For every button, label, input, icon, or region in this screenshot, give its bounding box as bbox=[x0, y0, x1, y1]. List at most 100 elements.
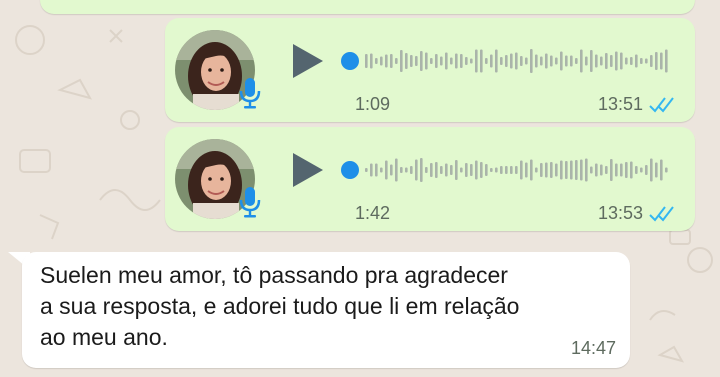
waveform-bar bbox=[490, 54, 493, 68]
message-text: Suelen meu amor, tô passando pra agradec… bbox=[40, 262, 520, 350]
waveform-bar bbox=[605, 53, 608, 69]
waveform-bar bbox=[500, 166, 503, 174]
waveform-bar bbox=[465, 163, 468, 177]
waveform-bar bbox=[475, 160, 478, 180]
waveform-bar bbox=[400, 50, 403, 72]
waveform-bar bbox=[535, 167, 538, 173]
waveform-bar bbox=[630, 161, 633, 179]
waveform-bar bbox=[450, 165, 453, 175]
waveform-bar bbox=[500, 57, 503, 65]
message-meta: 13:53 bbox=[598, 203, 677, 224]
waveform-bar bbox=[450, 57, 453, 65]
waveform-bar bbox=[575, 160, 578, 180]
waveform-bar bbox=[655, 162, 658, 178]
waveform-bar bbox=[665, 167, 668, 173]
waveform-bar bbox=[465, 57, 468, 65]
waveform-bar bbox=[570, 55, 573, 67]
waveform-bar bbox=[605, 166, 608, 174]
message-time: 13:53 bbox=[597, 203, 643, 223]
waveform-bar bbox=[540, 163, 543, 177]
waveform-bar bbox=[595, 163, 598, 177]
waveform-bar bbox=[555, 163, 558, 177]
double-check-read-icon bbox=[649, 96, 674, 113]
waveform-bar bbox=[525, 57, 528, 65]
waveform-bar bbox=[455, 53, 458, 69]
previous-message-bubble bbox=[40, 0, 695, 14]
waveform-bar bbox=[415, 159, 418, 181]
waveform-bar bbox=[570, 160, 573, 180]
waveform-bar bbox=[600, 56, 603, 66]
waveform-bar bbox=[635, 166, 638, 174]
double-check-read-icon bbox=[649, 205, 674, 222]
waveform-bar bbox=[445, 163, 448, 177]
waveform-bar bbox=[420, 51, 423, 71]
voice-message-bubble: 1:42 13:53 bbox=[165, 127, 695, 231]
voice-message-bubble: 1:09 13:51 bbox=[165, 18, 695, 122]
audio-waveform[interactable] bbox=[341, 151, 671, 189]
waveform-bar bbox=[560, 160, 563, 180]
message-meta: 13:51 bbox=[598, 94, 677, 115]
waveform-bar bbox=[630, 57, 633, 65]
waveform-bar bbox=[590, 50, 593, 72]
waveform-bar bbox=[385, 160, 388, 180]
waveform-bar bbox=[510, 166, 513, 174]
waveform-bar bbox=[620, 52, 623, 70]
waveform-bar bbox=[435, 162, 438, 178]
waveform-bar bbox=[395, 158, 398, 182]
waveform-bar bbox=[610, 159, 613, 181]
waveform-bar bbox=[395, 58, 398, 64]
waveform-bar bbox=[440, 56, 443, 66]
waveform-bar bbox=[460, 167, 463, 173]
waveform-bar bbox=[390, 54, 393, 68]
waveform-bar bbox=[655, 52, 658, 70]
waveform-bar bbox=[565, 55, 568, 67]
waveform-bar bbox=[635, 54, 638, 68]
waveform-bar bbox=[370, 53, 373, 69]
waveform-bar bbox=[525, 162, 528, 178]
waveform-bar bbox=[490, 168, 493, 172]
waveform-bar bbox=[520, 56, 523, 66]
waveform-bar bbox=[455, 160, 458, 180]
message-time: 13:51 bbox=[597, 94, 643, 114]
waveform-bar bbox=[540, 56, 543, 66]
waveform-bar bbox=[505, 166, 508, 174]
waveform-bar bbox=[650, 158, 653, 182]
waveform-bar bbox=[625, 57, 628, 65]
playback-position-dot[interactable] bbox=[341, 52, 359, 70]
waveform-bar bbox=[425, 52, 428, 70]
microphone-icon bbox=[239, 78, 261, 109]
waveform-bar bbox=[530, 49, 533, 73]
waveform-bar bbox=[480, 162, 483, 178]
waveform-bar bbox=[615, 51, 618, 71]
waveform-bar bbox=[435, 54, 438, 68]
play-icon[interactable] bbox=[290, 42, 326, 80]
waveform-bar bbox=[380, 167, 383, 173]
waveform-bar bbox=[365, 54, 368, 68]
play-icon[interactable] bbox=[290, 151, 326, 189]
waveform-bar bbox=[585, 56, 588, 66]
waveform-bar bbox=[520, 160, 523, 180]
waveform-bar bbox=[410, 55, 413, 67]
message-time: 14:47 bbox=[570, 338, 616, 358]
waveform-bar bbox=[460, 54, 463, 68]
waveform-bar bbox=[600, 164, 603, 176]
waveform-bar bbox=[660, 52, 663, 70]
text-message-bubble: Suelen meu amor, tô passando pra agradec… bbox=[22, 252, 630, 368]
waveform-bar bbox=[560, 51, 563, 71]
waveform-bar bbox=[495, 49, 498, 73]
waveform-bar bbox=[555, 57, 558, 65]
waveform-bar bbox=[510, 53, 513, 69]
waveform-bar bbox=[405, 167, 408, 173]
waveform-bar bbox=[375, 163, 378, 177]
waveform-bar bbox=[550, 55, 553, 67]
waveform-bar bbox=[505, 55, 508, 67]
audio-waveform[interactable] bbox=[341, 42, 671, 80]
waveform-bar bbox=[590, 166, 593, 174]
playback-position-dot[interactable] bbox=[341, 161, 359, 179]
waveform-bar bbox=[365, 168, 368, 172]
waveform-bar bbox=[660, 159, 663, 181]
waveform-bar bbox=[545, 53, 548, 69]
waveform-bar bbox=[615, 163, 618, 177]
waveform-bar bbox=[645, 58, 648, 64]
waveform-bar bbox=[550, 162, 553, 178]
